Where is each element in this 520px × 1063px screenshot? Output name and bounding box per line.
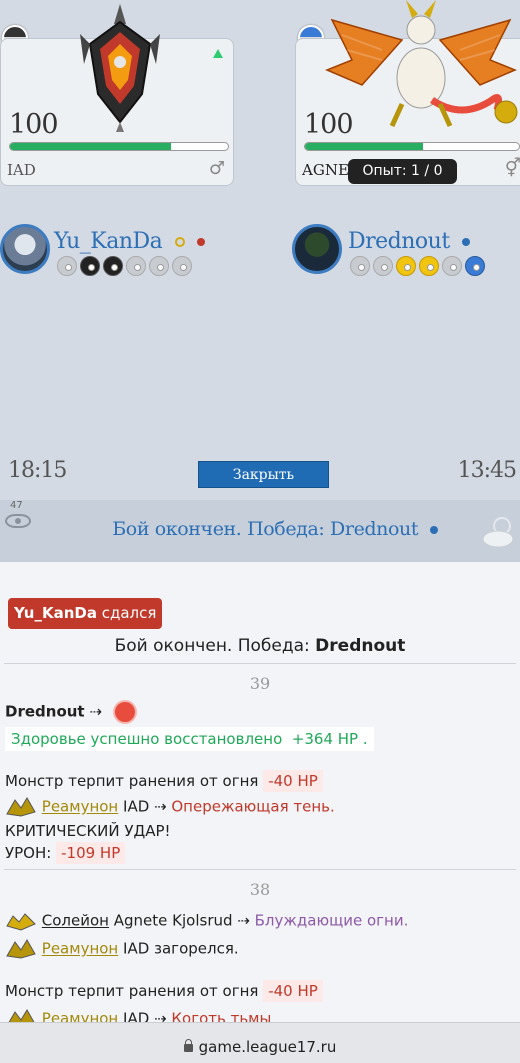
fire-text: Монстр терпит ранения от огня: [5, 772, 259, 790]
log-line: Реамунон IAD ⇢ Опережающая тень.: [5, 796, 335, 818]
log-line: Реамунон IAD загорелся.: [5, 938, 239, 960]
trainer-name-text: Yu_KanDa: [54, 229, 163, 254]
victory-line: Бой окончен. Победа: Drednout: [0, 636, 520, 656]
heal-value: +364 HP .: [291, 730, 368, 748]
victory-prefix: Бой окончен. Победа:: [114, 636, 316, 656]
trainer-name-right[interactable]: Drednout: [348, 229, 471, 254]
turn-number: 39: [249, 674, 271, 693]
timer-left: 18:15: [8, 458, 67, 483]
trainer-name-text: Drednout: [348, 229, 450, 254]
arrow: ⇢: [149, 1009, 172, 1023]
result-title: Бой окончен. Победа: Drednout: [0, 518, 520, 540]
log-line: Монстр терпит ранения от огня -40 HP: [5, 980, 323, 1002]
divider: [4, 663, 516, 664]
target-name: IAD: [123, 1009, 150, 1023]
hp-fill: [10, 143, 172, 150]
monster-level: 100: [9, 109, 59, 140]
damage-value: -40 HP: [263, 980, 323, 1002]
team-ball-icon: [373, 256, 393, 276]
hp-fill: [305, 143, 423, 150]
damage-value: -109 HP: [56, 842, 126, 864]
team-ball-icon: [396, 256, 416, 276]
battle-log[interactable]: Yu_KanDa сдался Бой окончен. Победа: Dre…: [0, 562, 520, 1022]
attack-name: Блуждающие огни.: [254, 911, 409, 930]
team-ball-icon: [172, 256, 192, 276]
team-ball-icon: [57, 256, 77, 276]
target-name: IAD: [123, 797, 150, 816]
lock-icon: [183, 1039, 193, 1052]
divider: [4, 869, 516, 870]
team-ball-icon: [126, 256, 146, 276]
result-text: Бой окончен. Победа: Drednout: [112, 518, 419, 540]
surrender-text: сдался: [96, 604, 157, 622]
surrender-name: Yu_KanDa: [14, 604, 97, 622]
team-ball-icon: [442, 256, 462, 276]
avatar[interactable]: [292, 224, 342, 274]
log-line: Монстр терпит ранения от огня -40 HP: [5, 770, 323, 792]
attacker-link[interactable]: Солейон: [42, 912, 109, 930]
stat-up-icon: [213, 49, 223, 58]
monster-mini-icon: [8, 1009, 35, 1022]
arrow: ⇢: [84, 702, 107, 721]
url-text: game.league17.ru: [198, 1038, 337, 1056]
status-dot-icon: [429, 526, 438, 534]
team-balls-right: [350, 256, 485, 276]
clan-badge-icon: [174, 237, 185, 247]
log-line: УРОН: -109 HP: [5, 842, 126, 864]
team-ball-icon: [419, 256, 439, 276]
male-icon: ♂: [208, 158, 225, 179]
viewer-count: 47: [10, 500, 23, 511]
damage-value: -40 HP: [263, 770, 323, 792]
timer-right: 13:45: [457, 458, 517, 483]
attack-name: Коготь тьмы: [171, 1009, 272, 1023]
burn-text: IAD загорелся.: [123, 939, 239, 958]
genderless-icon: ⚥: [504, 158, 520, 179]
cloudy-weather-icon: [482, 517, 514, 548]
log-line: Здоровье успешно восстановлено +364 HP .: [5, 727, 374, 751]
victory-name: Drednout: [315, 636, 406, 656]
browser-address-bar[interactable]: game.league17.ru: [0, 1022, 520, 1063]
team-ball-icon: [149, 256, 169, 276]
status-dot-icon: [462, 238, 471, 246]
arrow: ⇢: [149, 797, 172, 816]
battle-arena: 100 IAD ♂ 100 AGNET ⚥ Опыт: 1 / 0 Yu_Kan…: [0, 0, 520, 500]
team-ball-icon: [80, 256, 100, 276]
log-line: КРИТИЧЕСКИЙ УДАР!: [5, 822, 171, 840]
monster-sprite-right: [325, 0, 518, 128]
arrow: ⇢: [232, 911, 255, 930]
damage-label: УРОН:: [5, 844, 52, 862]
monster-sprite-left: [80, 4, 160, 132]
avatar[interactable]: [0, 224, 50, 274]
log-line: Реамунон IAD ⇢ Коготь тьмы: [5, 1008, 271, 1022]
potion-icon: [112, 700, 137, 724]
trainer-name-left[interactable]: Yu_KanDa: [54, 229, 206, 254]
heal-message: Здоровье успешно восстановлено +364 HP .: [5, 727, 374, 751]
target-name: Agnete Kjolsrud: [113, 911, 233, 930]
monster-mini-icon: [6, 797, 36, 817]
exp-tooltip: Опыт: 1 / 0: [348, 159, 457, 184]
fire-text: Монстр терпит ранения от огня: [5, 982, 259, 1000]
attacker-link[interactable]: Реамунон: [42, 940, 118, 958]
actor-name: Drednout: [5, 702, 85, 721]
team-ball-icon: [465, 256, 485, 276]
status-dot-icon: [197, 238, 206, 246]
turn-number: 38: [249, 880, 271, 899]
monster-name: IAD: [7, 161, 36, 179]
team-ball-icon: [350, 256, 370, 276]
hp-bar: [9, 142, 229, 151]
attack-name: Опережающая тень.: [171, 797, 335, 816]
team-balls-left: [57, 256, 192, 276]
log-line: Drednout ⇢: [5, 700, 137, 724]
heal-text: Здоровье успешно восстановлено: [11, 730, 283, 748]
monster-mini-icon: [6, 939, 36, 959]
close-button[interactable]: Закрыть: [198, 461, 329, 488]
surrender-badge: Yu_KanDa сдался: [8, 598, 163, 629]
monster-mini-icon: [6, 913, 36, 931]
attacker-link[interactable]: Реамунон: [42, 798, 118, 816]
attacker-link[interactable]: Реамунон: [42, 1010, 118, 1023]
hp-bar: [304, 142, 520, 151]
team-ball-icon: [103, 256, 123, 276]
log-line: Солейон Agnete Kjolsrud ⇢ Блуждающие огн…: [5, 910, 408, 932]
